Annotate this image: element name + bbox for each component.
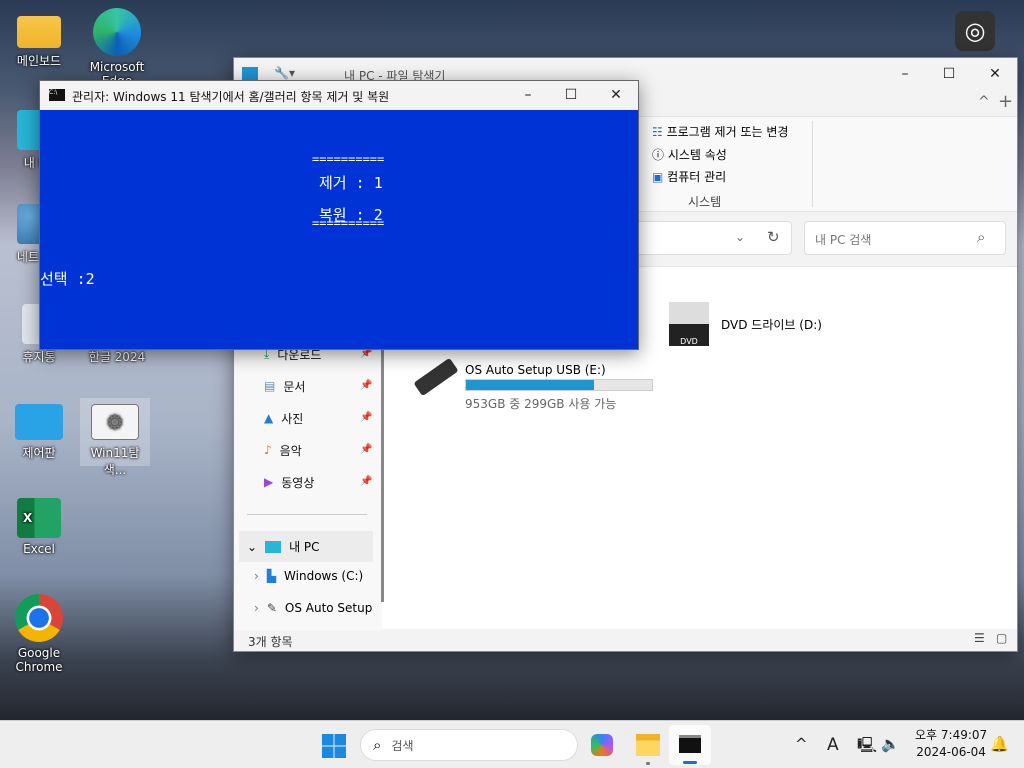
info-icon: ⓘ: [652, 148, 668, 162]
excel-icon: X: [17, 498, 61, 538]
show-hidden-icons-button[interactable]: ^: [795, 735, 808, 753]
console-option-remove: 제거 : 1: [319, 174, 383, 192]
desktop-icon-excel[interactable]: X Excel: [4, 498, 74, 556]
cmd-window-title: 관리자: Windows 11 탐색기에서 홈/갤러리 항목 제거 및 복원: [72, 90, 390, 104]
search-icon: ⌕: [373, 736, 382, 754]
dvd-drive-item[interactable]: DVD DVD 드라이브 (D:): [669, 302, 822, 346]
computer-icon: [265, 540, 282, 553]
cmd-minimize-button[interactable]: –: [505, 79, 551, 111]
pin-icon: 📌: [360, 444, 373, 455]
console-separator: ==========: [312, 152, 385, 166]
refresh-icon[interactable]: ↻: [767, 228, 780, 246]
volume-icon[interactable]: 🔈: [881, 735, 900, 753]
nav-pictures[interactable]: ▲ 사진: [264, 406, 303, 430]
console-prompt: 선택 :2: [40, 270, 95, 288]
drive-icon: ▙: [266, 569, 277, 583]
explorer-app-icon: [242, 67, 258, 81]
usage-bar: [465, 379, 653, 391]
collapse-ribbon-button[interactable]: ^: [978, 94, 990, 110]
quick-access-toolbar-icon[interactable]: 🔧▾: [274, 66, 295, 80]
pin-icon: 📌: [360, 412, 373, 423]
document-icon: ▤: [264, 379, 276, 393]
copilot-icon[interactable]: [591, 734, 613, 756]
nav-videos[interactable]: ▶ 동영상: [264, 470, 314, 494]
close-button[interactable]: ✕: [972, 58, 1018, 90]
computer-management-icon: ▣: [652, 170, 668, 184]
cmd-icon: [679, 735, 701, 753]
search-box[interactable]: 내 PC 검색 ⌕: [804, 221, 1006, 255]
dvd-drive-icon: DVD: [669, 302, 709, 346]
nav-drive-e[interactable]: ›✎OS Auto Setup USB (E:): [254, 601, 372, 615]
status-bar-text: 3개 항목: [248, 635, 293, 649]
edge-icon: [93, 8, 141, 56]
desktop-icon-win11-script[interactable]: ⚙ Win11탐색...: [80, 398, 150, 477]
usb-drive-icon: [413, 357, 459, 397]
details-view-button[interactable]: ☰: [974, 631, 985, 645]
usb-drive-item[interactable]: OS Auto Setup USB (E:) 953GB 중 299GB 사용 …: [412, 357, 672, 411]
computer-management-button[interactable]: ▣ 컴퓨터 관리: [652, 168, 726, 185]
desktop-icon-control-panel[interactable]: 제어판: [4, 404, 74, 461]
chevron-down-icon[interactable]: ⌄: [247, 540, 257, 554]
system-properties-button[interactable]: ⓘ 시스템 속성: [652, 146, 727, 163]
accessibility-icon[interactable]: ◎: [955, 11, 995, 51]
cmd-window: C:\ 관리자: Windows 11 탐색기에서 홈/갤러리 항목 제거 및 …: [39, 80, 639, 350]
desktop-icon-edge[interactable]: Microsoft Edge: [82, 8, 152, 88]
video-icon: ▶: [264, 475, 274, 489]
chevron-down-icon[interactable]: ⌄: [735, 230, 745, 244]
cmd-maximize-button[interactable]: ☐: [548, 79, 594, 111]
ribbon-divider: [812, 121, 813, 207]
active-indicator: [683, 761, 697, 764]
nav-documents[interactable]: ▤ 문서: [264, 374, 305, 398]
pictures-icon: ▲: [264, 411, 274, 425]
control-panel-icon: [15, 404, 63, 440]
chevron-right-icon[interactable]: ›: [254, 601, 259, 615]
tiles-view-button[interactable]: ▢: [996, 631, 1007, 645]
chrome-icon: [15, 594, 63, 642]
network-icon[interactable]: 🖳: [857, 735, 877, 760]
console-separator: ==========: [312, 216, 385, 230]
nav-my-pc[interactable]: ⌄ 내 PC: [239, 531, 373, 562]
list-icon: ☷: [652, 125, 667, 139]
desktop-icon-mainboard[interactable]: 메인보드: [4, 12, 74, 69]
desktop-icon-chrome[interactable]: Google Chrome: [4, 594, 74, 674]
nav-music[interactable]: ♪ 음악: [264, 438, 302, 462]
minimize-button[interactable]: –: [882, 58, 928, 90]
usb-icon: ✎: [266, 601, 277, 615]
nav-divider: [247, 514, 367, 515]
cmd-app-icon: C:\: [49, 89, 65, 101]
folder-icon: [17, 16, 61, 48]
taskbar-search[interactable]: ⌕ 검색: [360, 729, 578, 761]
pin-icon: 📌: [360, 476, 373, 487]
cmd-close-button[interactable]: ✕: [593, 79, 639, 111]
new-tab-button[interactable]: +: [998, 91, 1013, 112]
cmd-title-bar: C:\ 관리자: Windows 11 탐색기에서 홈/갤러리 항목 제거 및 …: [40, 81, 638, 110]
start-button[interactable]: [322, 734, 346, 758]
music-icon: ♪: [264, 443, 272, 457]
cmd-taskbar-button[interactable]: [669, 725, 711, 765]
usage-bar-fill: [466, 380, 594, 390]
ribbon-group-label: 시스템: [688, 195, 722, 209]
search-icon[interactable]: ⌕: [977, 228, 985, 246]
nav-drive-c[interactable]: › ▙ Windows (C:): [254, 569, 363, 583]
settings-shortcut-icon: ⚙: [91, 404, 139, 440]
notification-icon[interactable]: 🔔: [990, 735, 1009, 753]
clock[interactable]: 오후 7:49:07 2024-06-04: [915, 727, 987, 761]
maximize-button[interactable]: ☐: [926, 58, 972, 90]
running-indicator: [646, 762, 650, 765]
uninstall-program-button[interactable]: ☷ 프로그램 제거 또는 변경: [652, 123, 788, 140]
ime-indicator[interactable]: A: [827, 735, 839, 755]
chevron-right-icon[interactable]: ›: [254, 569, 259, 583]
pin-icon: 📌: [360, 380, 373, 391]
cmd-console[interactable]: ========== 제거 : 1 복원 : 2 ========== 선택 :…: [40, 110, 638, 350]
file-explorer-taskbar-icon[interactable]: [636, 734, 660, 756]
